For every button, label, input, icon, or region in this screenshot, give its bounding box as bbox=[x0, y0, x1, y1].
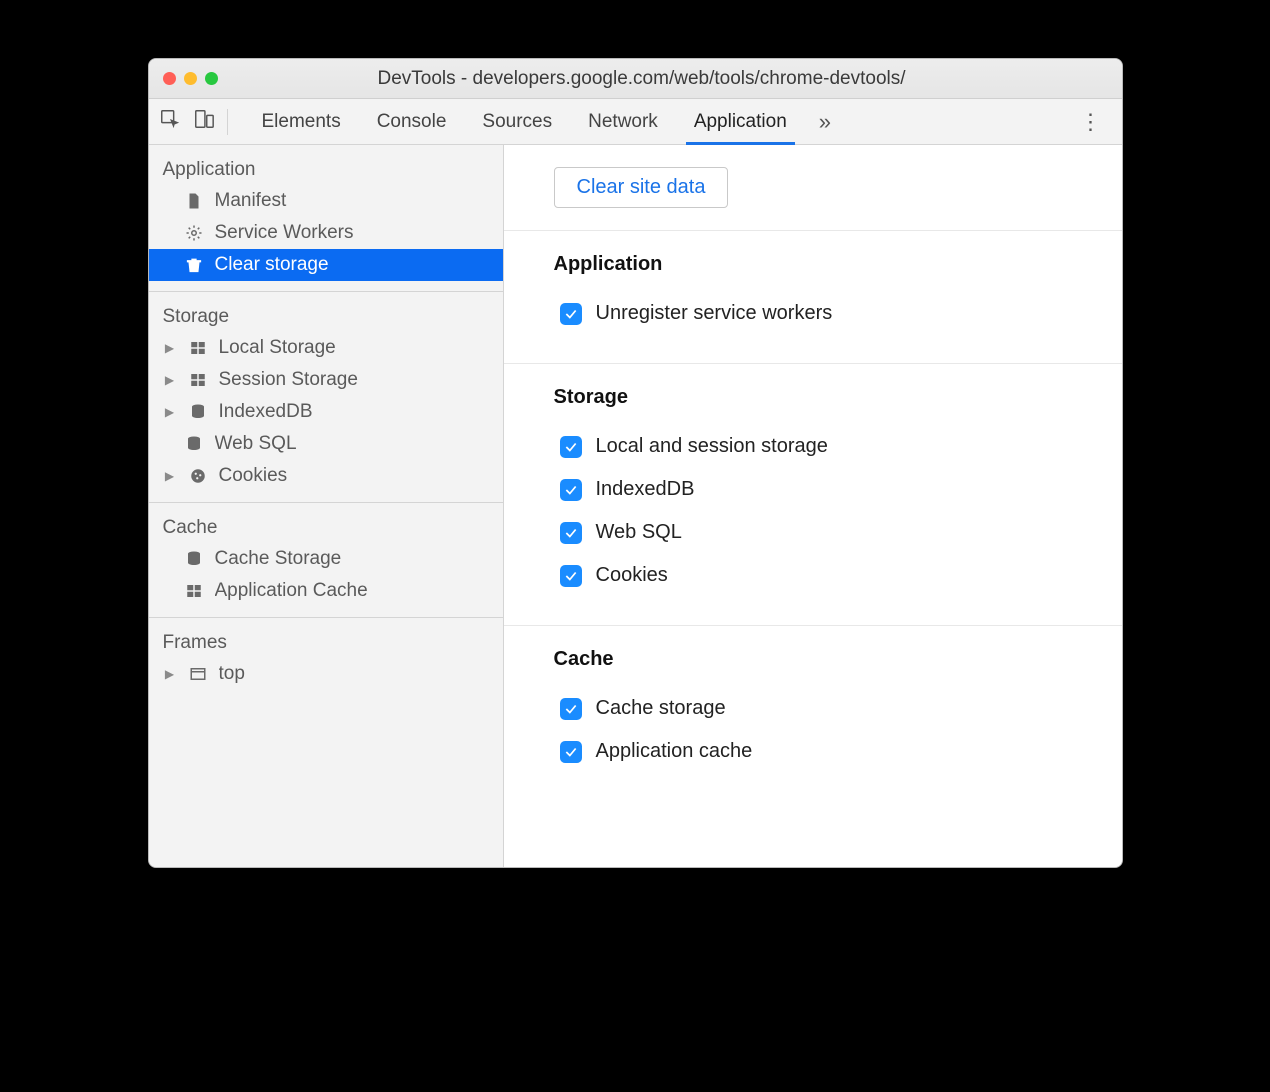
inspect-icon[interactable] bbox=[159, 108, 181, 136]
content-section: Application Unregister service workers bbox=[504, 231, 1122, 364]
toolbar-leading-icons bbox=[159, 109, 228, 135]
section-title: Cache bbox=[554, 648, 1072, 671]
sidebar-item-cookies[interactable]: ▶ Cookies bbox=[149, 460, 503, 492]
sidebar-item-cache-storage[interactable]: Cache Storage bbox=[149, 543, 503, 575]
section-title: Application bbox=[554, 253, 1072, 276]
tab-application[interactable]: Application bbox=[676, 99, 805, 144]
checkbox[interactable] bbox=[560, 741, 582, 763]
sidebar-group: Storage ▶ Local Storage ▶ Session Storage ▶ In… bbox=[149, 292, 503, 503]
chevron-right-icon[interactable]: ▶ bbox=[163, 405, 177, 419]
sidebar-group: Cache Cache Storage Application Cache bbox=[149, 503, 503, 618]
tab-label: Network bbox=[588, 111, 658, 133]
tab-sources[interactable]: Sources bbox=[464, 99, 570, 144]
checkbox-row: Application cache bbox=[554, 730, 1072, 773]
tab-network[interactable]: Network bbox=[570, 99, 676, 144]
sidebar-item-label: Web SQL bbox=[215, 433, 489, 455]
toolbar: Elements Console Sources Network Application… bbox=[149, 99, 1122, 145]
device-toggle-icon[interactable] bbox=[193, 108, 215, 136]
file-icon bbox=[183, 192, 205, 210]
content-section: Cache Cache storage Application cache bbox=[504, 626, 1122, 801]
content-section: Storage Local and session storage IndexedD… bbox=[504, 364, 1122, 626]
devtools-window: DevTools - developers.google.com/web/too… bbox=[148, 58, 1123, 868]
clear-button-row: Clear site data bbox=[504, 145, 1122, 231]
sidebar-item-label: Clear storage bbox=[215, 254, 489, 276]
checkbox[interactable] bbox=[560, 479, 582, 501]
sidebar-item-label: Service Workers bbox=[215, 222, 489, 244]
checkbox-row: Cache storage bbox=[554, 687, 1072, 730]
sidebar-group: Application Manifest Service Workers Clear … bbox=[149, 145, 503, 292]
checkbox[interactable] bbox=[560, 303, 582, 325]
db-icon bbox=[183, 550, 205, 568]
sidebar-item-top[interactable]: ▶ top bbox=[149, 658, 503, 690]
checkbox[interactable] bbox=[560, 436, 582, 458]
checkbox-row: Unregister service workers bbox=[554, 292, 1072, 335]
sidebar-item-label: Local Storage bbox=[219, 337, 489, 359]
sidebar-group-header: Application bbox=[149, 153, 503, 185]
clear-site-data-button[interactable]: Clear site data bbox=[554, 167, 729, 208]
table-icon bbox=[187, 371, 209, 389]
menu-icon[interactable]: ⋮ bbox=[1068, 109, 1112, 135]
db-icon bbox=[183, 435, 205, 453]
trash-icon bbox=[183, 256, 205, 274]
checkbox[interactable] bbox=[560, 522, 582, 544]
chevron-right-icon[interactable]: ▶ bbox=[163, 341, 177, 355]
sidebar-item-label: Cache Storage bbox=[215, 548, 489, 570]
titlebar: DevTools - developers.google.com/web/too… bbox=[149, 59, 1122, 99]
cookie-icon bbox=[187, 467, 209, 485]
tab-label: Sources bbox=[482, 111, 552, 133]
sidebar-group-header: Frames bbox=[149, 626, 503, 658]
sidebar-item-label: top bbox=[219, 663, 489, 685]
content: Clear site data Application Unregister se… bbox=[504, 145, 1122, 867]
checkbox-label: Web SQL bbox=[596, 521, 682, 544]
tab-label: Console bbox=[377, 111, 447, 133]
table-icon bbox=[187, 339, 209, 357]
checkbox-row: IndexedDB bbox=[554, 468, 1072, 511]
gear-icon bbox=[183, 224, 205, 242]
overflow-icon[interactable]: » bbox=[819, 109, 831, 135]
sidebar-item-clear-storage[interactable]: Clear storage bbox=[149, 249, 503, 281]
sidebar-item-application-cache[interactable]: Application Cache bbox=[149, 575, 503, 607]
chevron-right-icon[interactable]: ▶ bbox=[163, 667, 177, 681]
sidebar-item-service-workers[interactable]: Service Workers bbox=[149, 217, 503, 249]
checkbox[interactable] bbox=[560, 698, 582, 720]
checkbox-label: Cookies bbox=[596, 564, 668, 587]
sidebar: Application Manifest Service Workers Clear … bbox=[149, 145, 504, 867]
main: Application Manifest Service Workers Clear … bbox=[149, 145, 1122, 867]
table-icon bbox=[183, 582, 205, 600]
sidebar-item-label: IndexedDB bbox=[219, 401, 489, 423]
sidebar-group: Frames ▶ top bbox=[149, 618, 503, 700]
checkbox-row: Local and session storage bbox=[554, 425, 1072, 468]
panel-tabs: Elements Console Sources Network Application bbox=[244, 99, 805, 144]
checkbox[interactable] bbox=[560, 565, 582, 587]
sidebar-item-label: Session Storage bbox=[219, 369, 489, 391]
chevron-right-icon[interactable]: ▶ bbox=[163, 373, 177, 387]
frame-icon bbox=[187, 665, 209, 683]
sidebar-item-label: Manifest bbox=[215, 190, 489, 212]
sidebar-item-local-storage[interactable]: ▶ Local Storage bbox=[149, 332, 503, 364]
sidebar-item-web-sql[interactable]: Web SQL bbox=[149, 428, 503, 460]
checkbox-label: Local and session storage bbox=[596, 435, 828, 458]
tab-label: Application bbox=[694, 111, 787, 133]
chevron-right-icon[interactable]: ▶ bbox=[163, 469, 177, 483]
close-icon[interactable] bbox=[163, 72, 176, 85]
checkbox-label: Cache storage bbox=[596, 697, 726, 720]
sidebar-item-label: Cookies bbox=[219, 465, 489, 487]
tab-label: Elements bbox=[262, 111, 341, 133]
sidebar-group-header: Storage bbox=[149, 300, 503, 332]
checkbox-row: Web SQL bbox=[554, 511, 1072, 554]
window-title: DevTools - developers.google.com/web/too… bbox=[176, 68, 1108, 90]
checkbox-row: Cookies bbox=[554, 554, 1072, 597]
checkbox-label: Application cache bbox=[596, 740, 753, 763]
sidebar-item-indexeddb[interactable]: ▶ IndexedDB bbox=[149, 396, 503, 428]
db-icon bbox=[187, 403, 209, 421]
checkbox-label: Unregister service workers bbox=[596, 302, 833, 325]
sidebar-item-manifest[interactable]: Manifest bbox=[149, 185, 503, 217]
tab-console[interactable]: Console bbox=[359, 99, 465, 144]
sidebar-group-header: Cache bbox=[149, 511, 503, 543]
sidebar-item-session-storage[interactable]: ▶ Session Storage bbox=[149, 364, 503, 396]
tab-elements[interactable]: Elements bbox=[244, 99, 359, 144]
checkbox-label: IndexedDB bbox=[596, 478, 695, 501]
sidebar-item-label: Application Cache bbox=[215, 580, 489, 602]
section-title: Storage bbox=[554, 386, 1072, 409]
